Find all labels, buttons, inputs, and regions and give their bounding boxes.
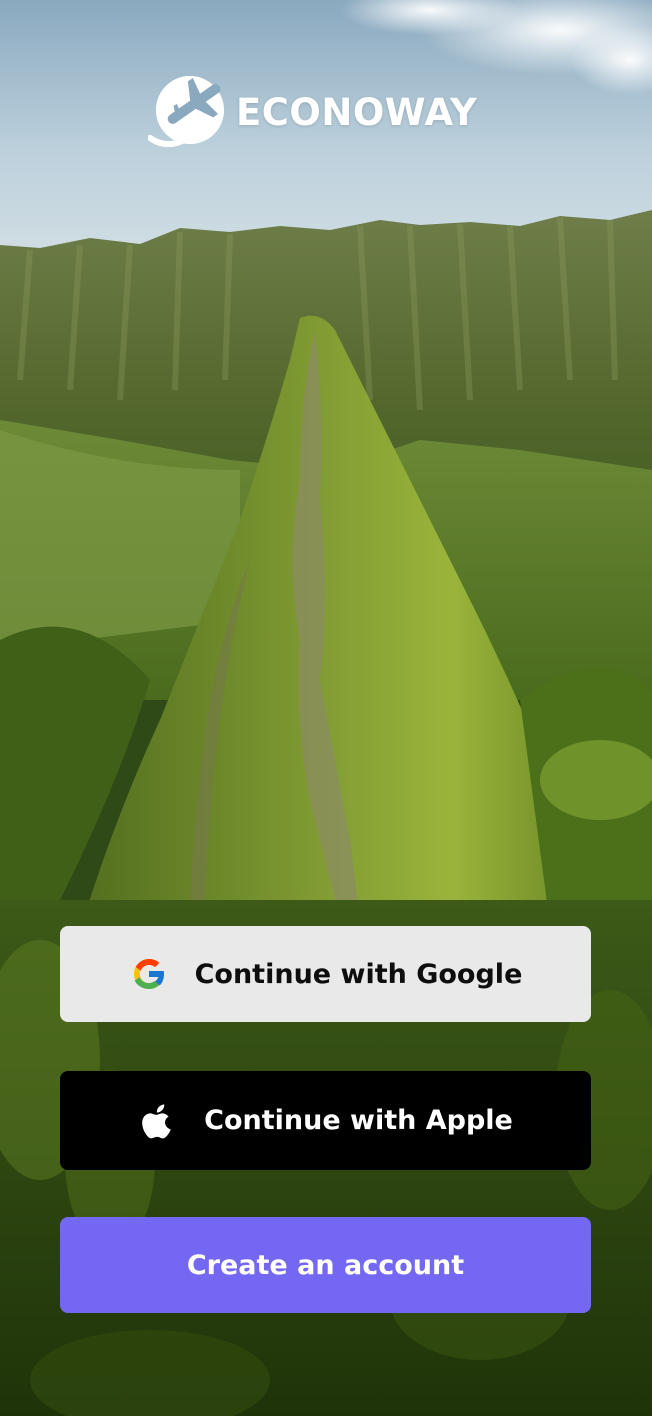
apple-button-label: Continue with Apple [204,1105,513,1136]
continue-with-google-button[interactable]: Continue with Google [60,926,591,1022]
brand-name: ECONOWAY [236,90,478,134]
create-account-label: Create an account [186,1249,465,1281]
brand-logo: ECONOWAY [148,72,477,152]
apple-icon [138,1101,178,1141]
globe-airplane-icon [148,72,228,152]
create-account-button[interactable]: Create an account [60,1217,591,1313]
continue-with-apple-button[interactable]: Continue with Apple [60,1071,591,1170]
background-landscape-image [0,0,652,1416]
google-button-label: Continue with Google [194,958,523,990]
google-icon [129,954,169,994]
